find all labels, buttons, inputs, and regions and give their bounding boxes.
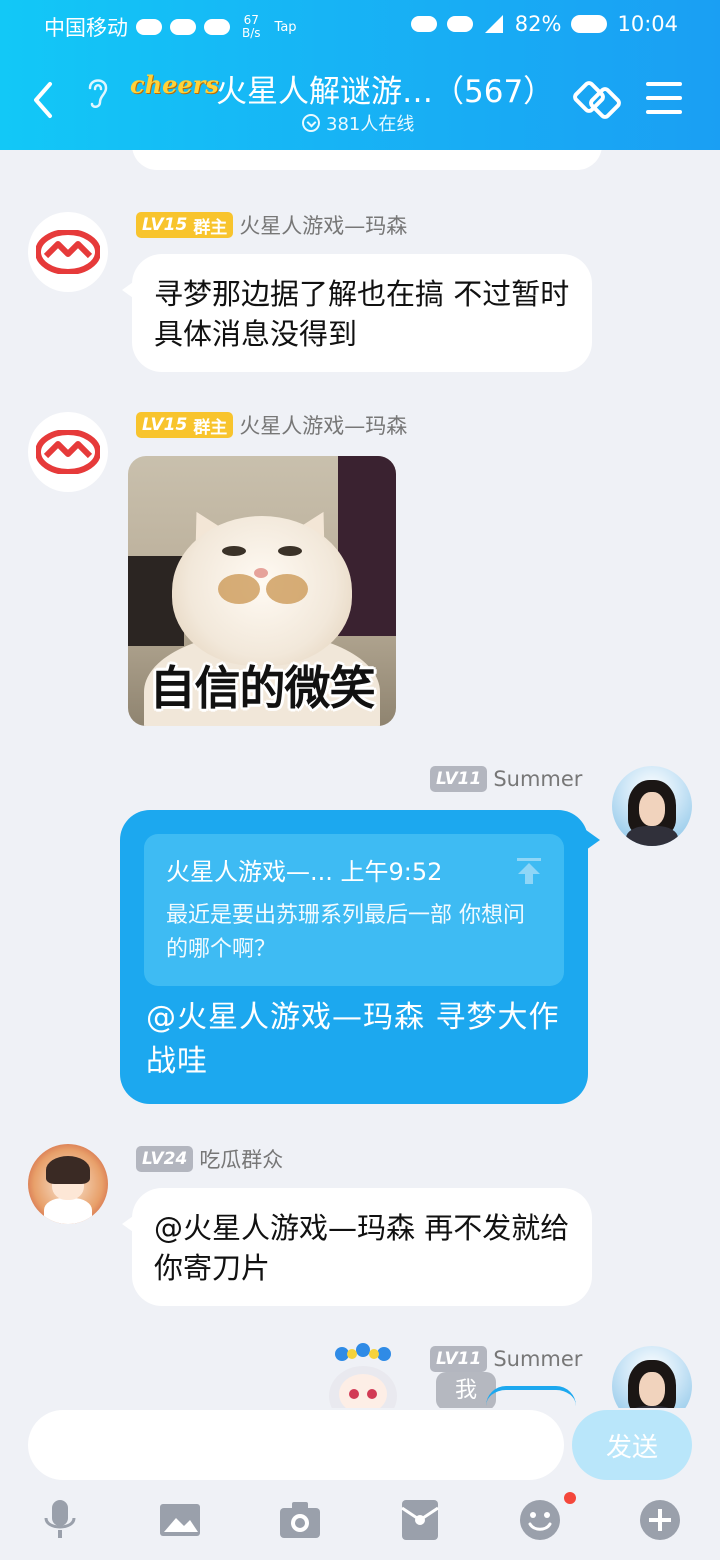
back-icon[interactable]: [28, 78, 60, 122]
carrier-label: 中国移动: [44, 16, 128, 40]
cat-nose: [254, 568, 268, 578]
input-bar: 发送: [0, 1408, 720, 1560]
sticker-image[interactable]: 自信的微笑: [128, 456, 396, 726]
avatar-hair: [46, 1156, 90, 1184]
net-speed-unit: B/s: [242, 26, 261, 40]
avatar-face: [639, 1372, 665, 1406]
jump-to-top-icon[interactable]: [514, 856, 544, 886]
signal-icon: [484, 15, 503, 33]
avatar-face: [639, 792, 665, 826]
menu-icon[interactable]: [646, 82, 682, 114]
message-bubble[interactable]: @火星人游戏—玛森 再不发就给你寄刀片: [122, 1188, 592, 1306]
cat-eye: [222, 546, 246, 556]
send-button[interactable]: 发送: [572, 1410, 692, 1480]
logo-icon: [36, 430, 100, 474]
notification-icon: [136, 19, 162, 35]
tap-label: Tap: [274, 19, 297, 35]
notification-icon: [410, 16, 437, 32]
cat-head: [172, 516, 352, 666]
message-text: @火星人游戏—玛森 寻梦大作战哇: [146, 1000, 560, 1079]
quoted-message[interactable]: 火星人游戏—... 上午9:52 最近是要出苏珊系列最后一部 你想问的哪个啊？: [144, 834, 564, 986]
message-text: @火星人游戏—玛森 再不发就给你寄刀片: [154, 1211, 570, 1285]
level-badge: LV11: [430, 766, 488, 792]
avatar[interactable]: [612, 1346, 692, 1408]
message-bubble[interactable]: 寻梦那边据了解也在搞 不过暂时具体消息没得到: [122, 254, 592, 372]
avatar[interactable]: [28, 412, 108, 492]
battery-percent: 82%: [514, 12, 562, 36]
anime-avatar-frame: [329, 1343, 397, 1408]
avatar-body: [626, 826, 678, 846]
notification-icon: [170, 19, 196, 35]
cat-patch: [266, 574, 308, 604]
online-count[interactable]: 381人在线: [302, 110, 414, 136]
sender-meta: LV11 Summer: [430, 766, 582, 792]
avatar[interactable]: [28, 1144, 108, 1224]
sender-name[interactable]: Summer: [493, 767, 582, 791]
level-badge: LV15 群主: [136, 412, 234, 438]
toolbar: [0, 1490, 720, 1552]
level-badge: LV11: [430, 1346, 488, 1372]
sender-name[interactable]: 火星人游戏—玛森: [239, 210, 407, 240]
chevron-down-icon: [302, 114, 320, 132]
clock: 10:04: [617, 12, 678, 36]
sender-meta: LV15 群主 火星人游戏—玛森: [136, 410, 407, 440]
notification-icon: [204, 19, 230, 35]
picture-icon[interactable]: [158, 1498, 202, 1542]
level-badge: LV24: [136, 1146, 194, 1172]
status-bar: 中国移动 67 B/s Tap 82% 10:04: [0, 0, 720, 52]
role-label: 群主: [193, 217, 228, 238]
sender-name[interactable]: Summer: [493, 1347, 582, 1371]
online-count-label: 381人在线: [326, 114, 415, 135]
avatar[interactable]: [28, 212, 108, 292]
red-packet-icon[interactable]: [398, 1498, 442, 1542]
net-speed-value: 67: [243, 13, 259, 27]
level-value: LV15: [142, 415, 188, 435]
chat-header: 中国移动 67 B/s Tap 82% 10:04 cheers 火星人解谜游……: [0, 0, 720, 150]
quote-header: 火星人游戏—... 上午9:52: [166, 858, 443, 886]
quote-text: 最近是要出苏珊系列最后一部 你想问的哪个啊？: [166, 903, 525, 962]
avatar-body: [44, 1198, 92, 1224]
plus-icon[interactable]: [638, 1498, 682, 1542]
camera-icon[interactable]: [278, 1498, 322, 1542]
sender-meta: LV24 吃瓜群众: [136, 1144, 283, 1174]
level-badge: LV15 群主: [136, 212, 234, 238]
chat-area[interactable]: LV15 群主 火星人游戏—玛森 寻梦那边据了解也在搞 不过暂时具体消息没得到 …: [0, 150, 720, 1408]
sender-meta: LV15 群主 火星人游戏—玛森: [136, 210, 407, 240]
cheers-badge: cheers: [130, 70, 219, 99]
previous-message-bubble: [132, 150, 602, 170]
message-bubble[interactable]: [486, 1386, 576, 1408]
link-icon[interactable]: [572, 76, 624, 124]
net-speed: 67 B/s: [242, 14, 261, 40]
sticker-caption: 自信的微笑: [149, 661, 376, 715]
avatar[interactable]: [612, 766, 692, 846]
notification-icon: [446, 16, 473, 32]
title-bar: cheers 火星人解谜游…（567） 381人在线: [0, 58, 720, 148]
message-bubble[interactable]: 火星人游戏—... 上午9:52 最近是要出苏珊系列最后一部 你想问的哪个啊？ …: [120, 810, 600, 1104]
message-text: 寻梦那边据了解也在搞 不过暂时具体消息没得到: [154, 277, 570, 351]
microphone-icon[interactable]: [38, 1498, 82, 1542]
message-input[interactable]: [28, 1410, 564, 1480]
level-value: LV15: [142, 215, 188, 235]
sender-meta: LV11 Summer: [430, 1346, 582, 1372]
battery-icon: [571, 15, 608, 33]
cat-patch: [218, 574, 260, 604]
role-label: 群主: [193, 417, 228, 438]
emoji-icon[interactable]: [518, 1498, 562, 1542]
sender-name[interactable]: 火星人游戏—玛森: [239, 410, 407, 440]
logo-icon: [36, 230, 100, 274]
notification-dot: [564, 1492, 576, 1504]
group-title[interactable]: 火星人解谜游…（567）: [216, 66, 554, 111]
ear-icon[interactable]: [80, 72, 114, 112]
sender-name[interactable]: 吃瓜群众: [199, 1144, 283, 1174]
cat-eye: [278, 546, 302, 556]
